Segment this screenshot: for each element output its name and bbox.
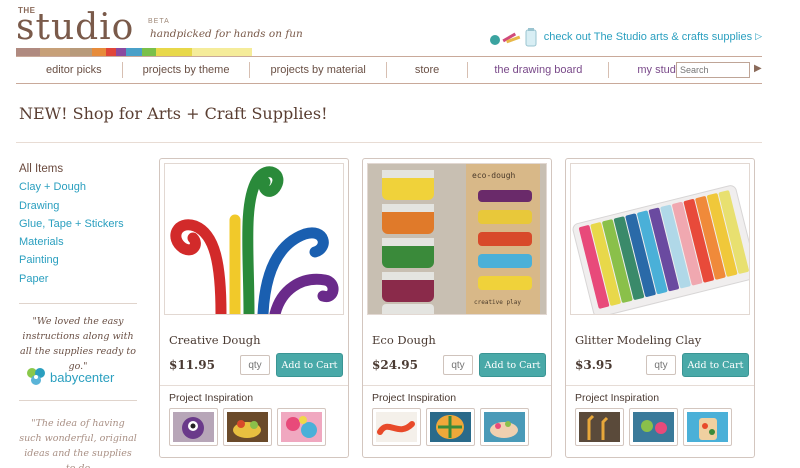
nav-editor-picks[interactable]: editor picks [16,62,123,78]
strip-segment [192,48,252,56]
product-name[interactable]: Creative Dough [169,333,261,347]
inspiration-thumbnail[interactable] [277,408,326,446]
add-to-cart-button[interactable]: Add to Cart [682,353,749,377]
strip-segment [142,48,156,56]
product-price: $24.95 [372,358,418,372]
testimonial-quote: "The idea of having such wonderful, orig… [19,418,137,468]
beta-badge: BETA [148,18,170,25]
strip-segment [106,48,116,56]
product-card: eco-dough creative play Eco Dough $24.95… [362,158,552,458]
search-go-icon[interactable]: ▶ [754,63,762,74]
supplies-promo-link[interactable]: check out The Studio arts & crafts suppl… [544,31,752,43]
color-strip [16,48,252,56]
inspiration-thumbnail[interactable] [223,408,272,446]
strip-segment [70,48,92,56]
strip-segment [16,48,40,56]
sidebar-item-clay-dough[interactable]: Clay + Dough [19,178,137,196]
sidebar-item-paper[interactable]: Paper [19,270,137,288]
sidebar-item-materials[interactable]: Materials [19,233,137,251]
strip-segment [92,48,106,56]
package-brand-text: eco-dough [472,171,516,180]
nav-projects-by-material[interactable]: projects by material [250,62,387,78]
inspiration-label: Project Inspiration [169,392,254,404]
inspiration-label: Project Inspiration [575,392,660,404]
nav-store[interactable]: store [387,62,469,78]
inspiration-thumbnails [169,408,326,446]
divider [566,385,754,386]
sidebar-item-drawing[interactable]: Drawing [19,197,137,215]
page-title: NEW! Shop for Arts + Craft Supplies! [19,104,328,123]
strip-segment [40,48,70,56]
sidebar-item-all-items[interactable]: All Items [19,160,137,178]
inspiration-thumbnail[interactable] [169,408,218,446]
supplies-promo[interactable]: check out The Studio arts & crafts suppl… [488,26,762,48]
play-arrow-icon[interactable]: ▷ [755,32,762,42]
add-to-cart-button[interactable]: Add to Cart [276,353,343,377]
strip-segment [116,48,126,56]
inspiration-thumbnail[interactable] [575,408,624,446]
product-card: Creative Dough $11.95 Add to Cart Projec… [159,158,349,458]
inspiration-thumbnail[interactable] [683,408,732,446]
nav-projects-by-theme[interactable]: projects by theme [123,62,251,78]
inspiration-thumbnail[interactable] [629,408,678,446]
category-sidebar: All Items Clay + Dough Drawing Glue, Tap… [19,160,137,468]
divider [16,142,762,143]
nav-drawing-board[interactable]: the drawing board [468,62,610,78]
inspiration-thumbnails [372,408,529,446]
divider [19,303,137,305]
product-name[interactable]: Eco Dough [372,333,436,347]
inspiration-thumbnail[interactable] [426,408,475,446]
product-price: $3.95 [575,358,613,372]
main-nav: editor picks projects by theme projects … [16,56,762,84]
babycenter-icon [27,368,45,385]
product-image[interactable] [570,163,750,315]
divider [160,385,348,386]
inspiration-thumbnails [575,408,732,446]
product-image[interactable]: eco-dough creative play [367,163,547,315]
package-sub-text: creative play [474,299,521,306]
add-to-cart-button[interactable]: Add to Cart [479,353,546,377]
quantity-input[interactable] [443,355,473,375]
quantity-input[interactable] [646,355,676,375]
quantity-input[interactable] [240,355,270,375]
inspiration-thumbnail[interactable] [480,408,529,446]
product-image[interactable] [164,163,344,315]
strip-segment [126,48,142,56]
site-header: THE studio BETA handpicked for hands on … [16,4,762,60]
divider [19,400,137,401]
search-input[interactable] [676,62,750,78]
inspiration-thumbnail[interactable] [372,408,421,446]
strip-segment [156,48,192,56]
babycenter-logo[interactable]: babycenter [25,366,114,388]
sidebar-item-painting[interactable]: Painting [19,251,137,269]
testimonial-quote: "We loved the easy instructions along wi… [20,316,136,372]
tagline: handpicked for hands on fun [150,28,303,40]
product-name[interactable]: Glitter Modeling Clay [575,333,701,347]
product-price: $11.95 [169,358,215,372]
divider [363,385,551,386]
logo[interactable]: studio [16,8,134,48]
product-card: Glitter Modeling Clay $3.95 Add to Cart … [565,158,755,458]
craft-supplies-icon [488,26,540,48]
babycenter-wordmark: babycenter [50,369,115,385]
inspiration-label: Project Inspiration [372,392,457,404]
sidebar-item-glue-tape-stickers[interactable]: Glue, Tape + Stickers [19,215,137,233]
